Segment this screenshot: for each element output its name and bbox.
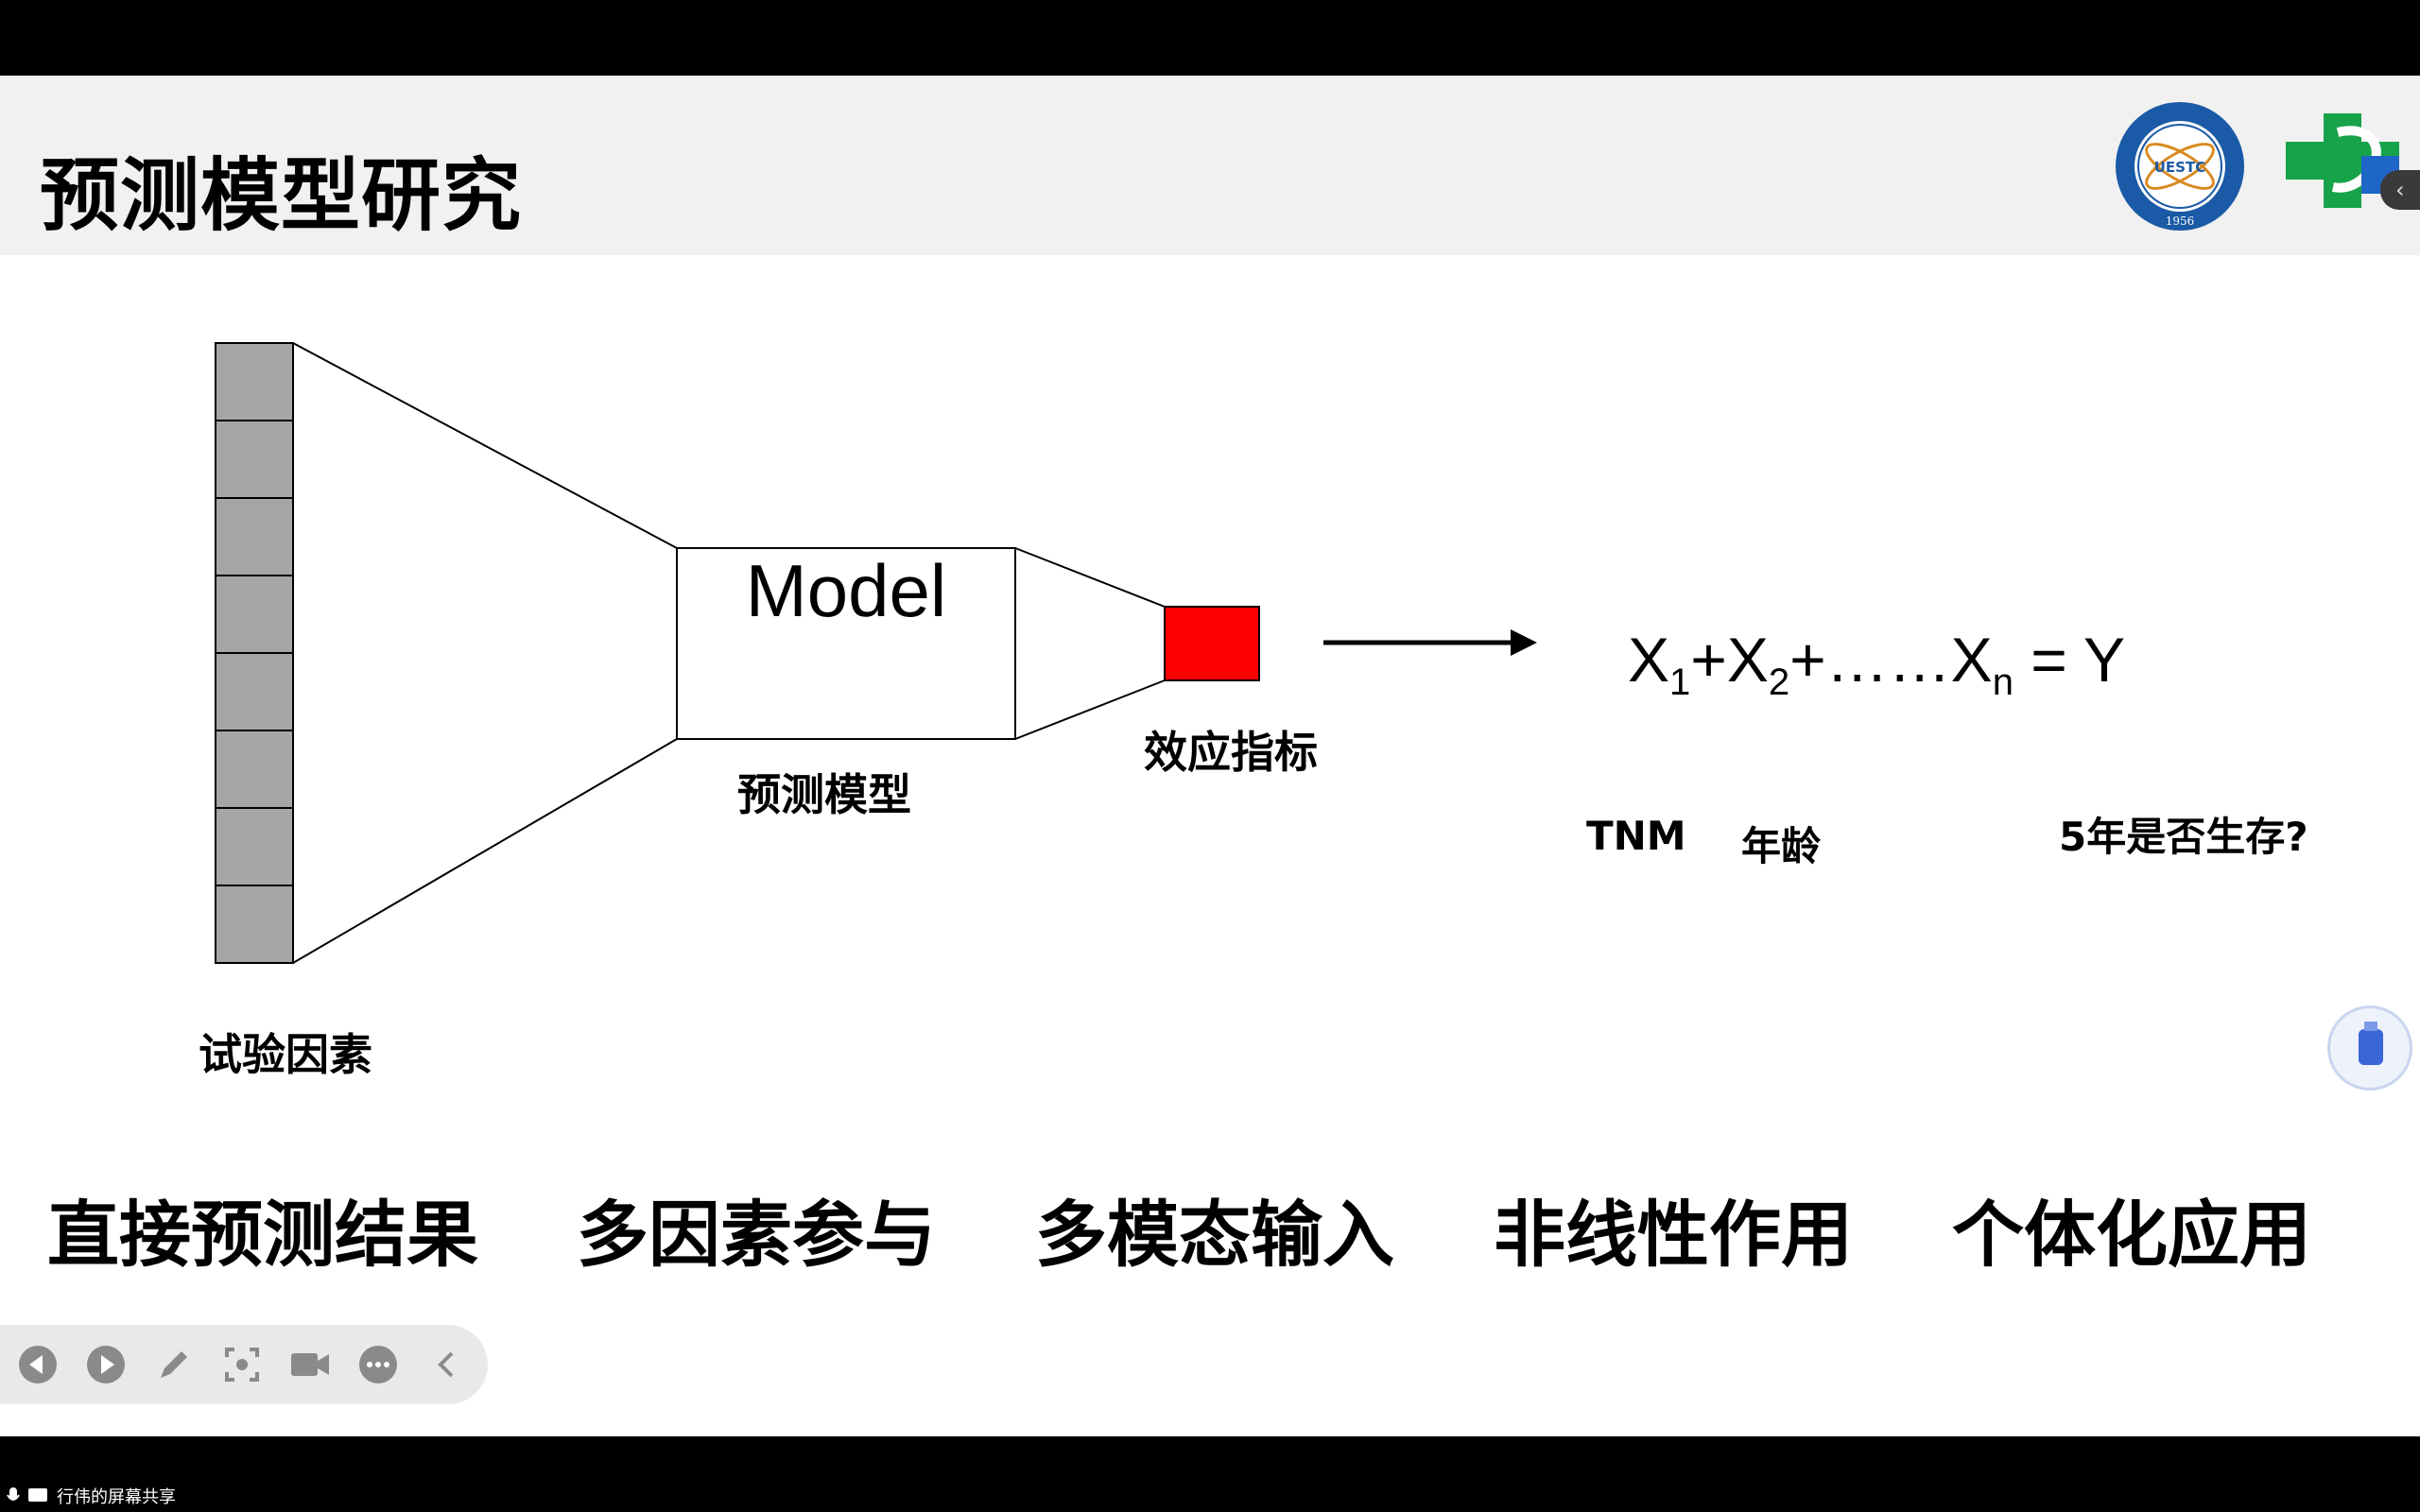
input-factor-stack	[215, 342, 294, 964]
model-text: Model	[745, 549, 947, 632]
feature-row: 直接预测结果 多因素参与 多模态输入 非线性作用 个体化应用	[47, 1177, 2354, 1277]
screen-share-label: 行伟的屏幕共享	[57, 1487, 176, 1507]
arrow-icon	[1323, 629, 1537, 656]
funnel-bottom-line	[292, 738, 678, 964]
feature-multi-factor: 多因素参与	[577, 1193, 936, 1277]
feature-nonlinear: 非线性作用	[1494, 1193, 1853, 1277]
output-funnel-bottom	[1014, 679, 1166, 740]
presentation-slide: 预测模型研究 UESTC 1956 ‹ Model 试验因素 预测模型 效应指标…	[0, 76, 2420, 1436]
pen-icon[interactable]	[153, 1344, 195, 1385]
model-label: 预测模型	[737, 769, 911, 820]
output-label: 效应指标	[1144, 727, 1318, 778]
age-label: 年龄	[1741, 823, 1822, 869]
usb-device-button[interactable]	[2327, 1005, 2412, 1091]
screen-share-icon	[7, 1487, 47, 1502]
collapse-icon[interactable]	[425, 1344, 467, 1385]
tnm-label: TNM	[1586, 813, 1686, 859]
feature-individualized: 个体化应用	[1952, 1193, 2311, 1277]
effect-indicator-box	[1164, 606, 1260, 681]
formula: X1+X2+……Xn = Y	[1628, 625, 2125, 703]
more-icon[interactable]	[357, 1344, 399, 1385]
top-black-bar	[0, 0, 2420, 76]
screen-share-bar: 行伟的屏幕共享	[0, 1436, 2420, 1512]
presentation-toolbar	[0, 1325, 488, 1404]
next-icon[interactable]	[85, 1344, 127, 1385]
prev-icon[interactable]	[17, 1344, 59, 1385]
screenshot-icon[interactable]	[221, 1344, 263, 1385]
camera-icon[interactable]	[289, 1344, 331, 1385]
input-label: 试验因素	[199, 1029, 372, 1080]
survival-label: 5年是否生存?	[2059, 814, 2308, 860]
usb-drive-icon	[2359, 1022, 2383, 1065]
feature-multimodal-input: 多模态输入	[1035, 1193, 1394, 1277]
output-funnel-top	[1014, 547, 1166, 608]
funnel-top-line	[292, 342, 678, 549]
feature-direct-prediction: 直接预测结果	[47, 1193, 478, 1277]
